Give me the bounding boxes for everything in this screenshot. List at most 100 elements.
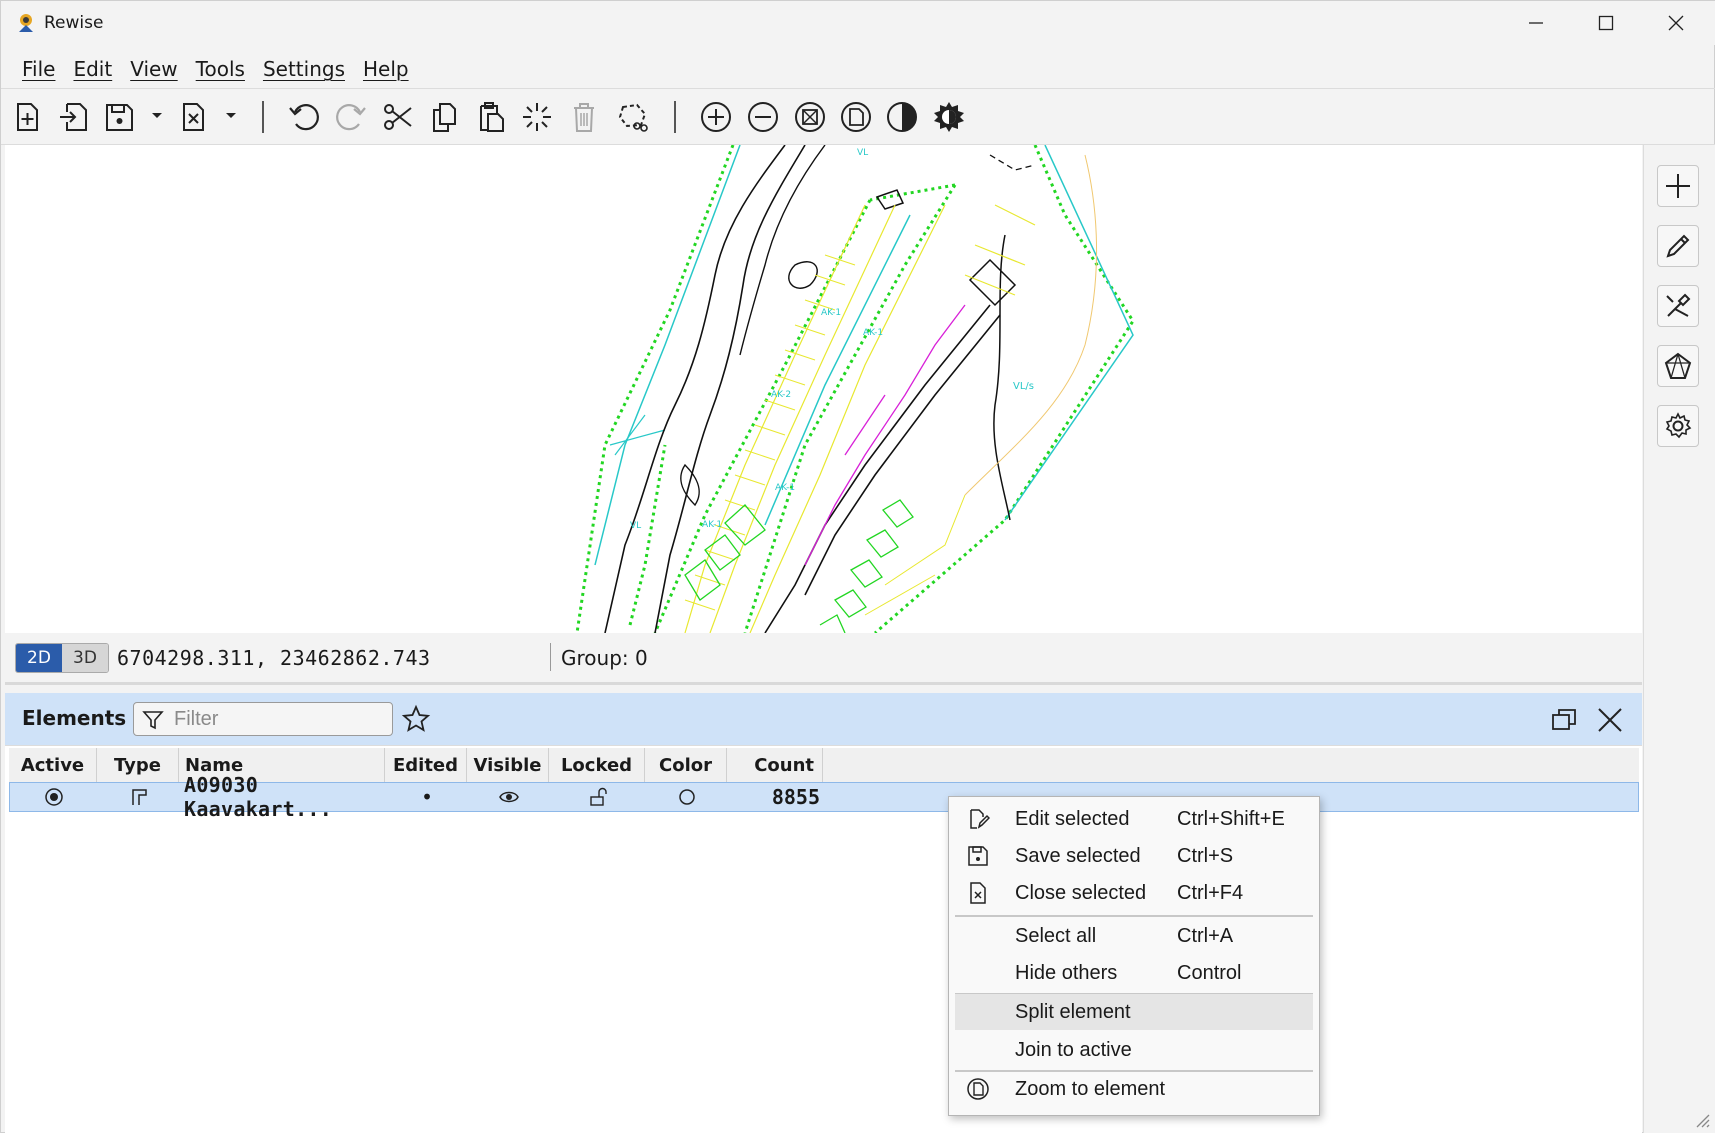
column-header-color[interactable]: Color — [645, 748, 727, 782]
lasso-cut-icon — [618, 103, 648, 132]
settings-tool-button[interactable] — [1657, 405, 1699, 447]
mode-2d-button[interactable]: 2D — [16, 644, 62, 672]
visible-cell[interactable] — [468, 783, 550, 811]
maximize-icon — [1598, 15, 1614, 31]
brightness-button[interactable] — [929, 97, 969, 137]
status-separator — [550, 643, 551, 671]
close-dropdown-arrow-icon[interactable] — [223, 107, 239, 123]
contrast-icon — [887, 102, 917, 132]
zoom-in-icon — [701, 102, 731, 132]
type-cell — [98, 783, 180, 811]
active-cell[interactable] — [10, 783, 98, 811]
canvas-label-ak1-b: AK-1 — [863, 328, 883, 338]
menu-item-close-selected[interactable]: Close selected Ctrl+F4 — [955, 875, 1313, 911]
menu-item-hide-others[interactable]: Hide others Control — [955, 955, 1313, 991]
menu-settings[interactable]: Settings — [263, 57, 345, 81]
menu-item-select-all[interactable]: Select all Ctrl+A — [955, 918, 1313, 954]
tools-button[interactable] — [1657, 285, 1699, 327]
menu-item-shortcut: Ctrl+F4 — [1177, 882, 1244, 904]
column-header-count[interactable]: Count — [727, 748, 823, 782]
mode-3d-button[interactable]: 3D — [62, 644, 108, 672]
new-file-button[interactable] — [7, 97, 47, 137]
menu-item-zoom-to-element[interactable]: Zoom to element — [955, 1071, 1313, 1107]
column-header-active[interactable]: Active — [9, 748, 97, 782]
save-button[interactable] — [99, 97, 139, 137]
new-file-icon — [17, 103, 38, 131]
menu-item-shortcut: Ctrl+Shift+E — [1177, 808, 1285, 830]
zoom-out-icon — [748, 102, 778, 132]
polygon-icon — [1664, 352, 1692, 379]
zoom-page-icon — [967, 1078, 989, 1100]
polygon-tool-button[interactable] — [1657, 345, 1699, 387]
close-file-button[interactable] — [173, 97, 213, 137]
element-name: A09030 Kaavakart... — [184, 773, 333, 821]
save-icon — [968, 846, 988, 866]
table-row[interactable]: A09030 Kaavakart... • 8855 — [9, 773, 1639, 821]
canvas-label-vls: VL/s — [1013, 381, 1034, 392]
menu-view[interactable]: View — [130, 57, 177, 81]
menu-item-label: Close selected — [1015, 882, 1147, 904]
column-header-edited[interactable]: Edited — [385, 748, 467, 782]
menu-item-edit-selected[interactable]: Edit selected Ctrl+Shift+E — [955, 801, 1313, 837]
menu-item-split-element[interactable]: Split element — [955, 994, 1313, 1030]
close-panel-icon[interactable] — [1595, 705, 1625, 735]
zoom-extents-button[interactable] — [790, 97, 830, 137]
undo-button[interactable] — [284, 97, 324, 137]
drawing-canvas[interactable]: VL VL/s AK-1 AK-2 AK-1 VL AK-1 AK-1 — [5, 145, 1642, 633]
undock-panel-icon[interactable] — [1549, 705, 1579, 735]
menu-help[interactable]: Help — [363, 57, 409, 81]
cut-icon — [384, 104, 412, 130]
locked-cell[interactable] — [550, 783, 646, 811]
column-header-type[interactable]: Type — [97, 748, 179, 782]
filter-input[interactable] — [174, 706, 384, 732]
menu-edit[interactable]: Edit — [73, 57, 112, 81]
toolbar — [1, 89, 1715, 145]
save-icon — [106, 104, 133, 131]
menu-item-label: Join to active — [1015, 1039, 1132, 1061]
resize-grip-icon[interactable] — [1691, 1109, 1711, 1129]
close-window-button[interactable] — [1641, 1, 1711, 45]
cad-map-drawing: VL VL/s AK-1 AK-2 AK-1 VL AK-1 AK-1 — [575, 145, 1135, 633]
zoom-page-button[interactable] — [836, 97, 876, 137]
app-window: Rewise File Edit View Tools Settings Hel… — [0, 0, 1715, 1133]
zoom-out-button[interactable] — [743, 97, 783, 137]
eye-icon — [499, 791, 519, 803]
paste-button[interactable] — [470, 97, 510, 137]
menu-item-label: Select all — [1015, 925, 1097, 947]
menu-item-join-to-active[interactable]: Join to active — [955, 1032, 1313, 1068]
redo-icon — [336, 104, 366, 131]
cut-button[interactable] — [378, 97, 418, 137]
copy-icon — [433, 103, 456, 132]
title-bar[interactable]: Rewise — [1, 1, 1715, 45]
radio-selected-icon — [45, 788, 63, 806]
delete-button[interactable] — [564, 97, 604, 137]
lasso-cut-button[interactable] — [612, 97, 652, 137]
contrast-button[interactable] — [882, 97, 922, 137]
favorite-star-icon[interactable] — [401, 704, 431, 734]
save-dropdown-arrow-icon[interactable] — [149, 107, 165, 123]
app-title: Rewise — [44, 13, 104, 33]
explode-icon — [523, 103, 551, 131]
color-cell[interactable] — [646, 783, 728, 811]
menu-item-save-selected[interactable]: Save selected Ctrl+S — [955, 838, 1313, 874]
edit-doc-icon — [970, 809, 990, 829]
minimize-icon — [1529, 22, 1543, 24]
column-header-locked[interactable]: Locked — [549, 748, 645, 782]
settings-gear-icon — [1665, 412, 1692, 439]
import-button[interactable] — [53, 97, 93, 137]
close-file-icon — [183, 103, 204, 131]
column-header-visible[interactable]: Visible — [467, 748, 549, 782]
explode-button[interactable] — [517, 97, 557, 137]
minimize-button[interactable] — [1501, 1, 1571, 45]
cursor-coordinates: 6704298.311, 23462862.743 — [117, 646, 431, 670]
canvas-label-ak1-d: AK-1 — [775, 483, 795, 493]
menu-file[interactable]: File — [22, 57, 55, 81]
zoom-in-button[interactable] — [696, 97, 736, 137]
edit-tool-button[interactable] — [1657, 225, 1699, 267]
add-tool-button[interactable] — [1657, 165, 1699, 207]
right-tool-panel — [1643, 145, 1715, 1133]
redo-button[interactable] — [331, 97, 371, 137]
menu-tools[interactable]: Tools — [196, 57, 245, 81]
copy-button[interactable] — [424, 97, 464, 137]
maximize-button[interactable] — [1571, 1, 1641, 45]
